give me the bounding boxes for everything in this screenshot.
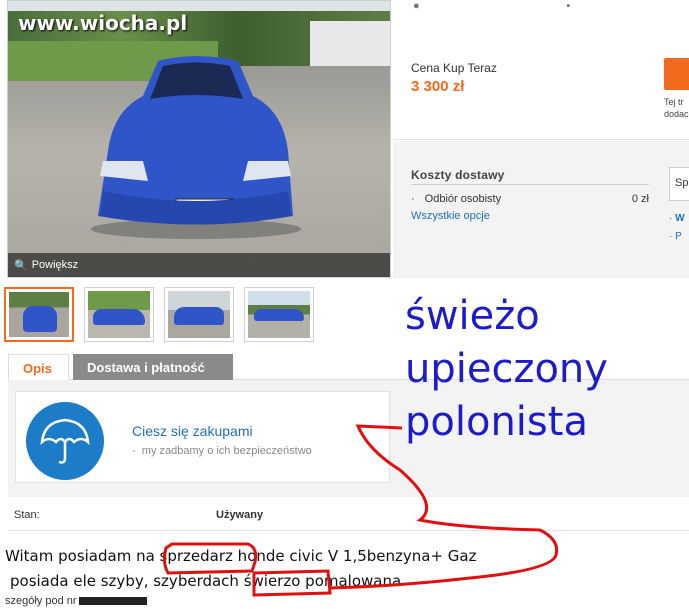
side-link-1[interactable]: W (675, 213, 684, 224)
state-value: Używany (216, 509, 264, 521)
description-line-3-text: szegóły pod nr (5, 595, 77, 607)
annotation-line-1: świeżo (405, 293, 540, 339)
state-label: Stan: (14, 509, 40, 521)
shipping-option-name: Odbiór osobisty (411, 193, 501, 205)
shipping-title: Koszty dostawy (411, 168, 505, 182)
side-link-2[interactable]: P (675, 231, 682, 242)
shipping-option-price: 0 zł (631, 193, 649, 205)
tabs: Opis Dostawa i płatność (8, 354, 233, 380)
tab-shipping-payment[interactable]: Dostawa i płatność (73, 354, 233, 380)
zoom-button[interactable]: 🔍 Powiększ (8, 253, 390, 277)
item-details: Stan: Używany Witam posiadam na sprzedar… (5, 497, 689, 609)
side-button[interactable]: Sp (669, 167, 689, 201)
buy-now-button[interactable] (664, 58, 689, 90)
description-line-1: Witam posiadam na sprzedarz honde civic … (5, 547, 477, 565)
promo-title: Ciesz się zakupami (132, 423, 253, 439)
side-links: · W · P (669, 213, 685, 242)
promo-subtitle-text: my zadbamy o ich bezpieczeństwo (141, 445, 312, 457)
price-value: 3 300 zł (411, 78, 465, 95)
thumbnail-1[interactable] (4, 287, 74, 342)
umbrella-icon (26, 402, 104, 480)
thumbnail-4[interactable] (244, 287, 314, 342)
promo-subtitle: - my zadbamy o ich bezpieczeństwo (132, 445, 312, 457)
price-box: ● ▪ Cena Kup Teraz 3 300 zł Tej tr dodac (393, 0, 689, 140)
description-line-3: szegóły pod nr (5, 595, 147, 607)
thumbnail-3[interactable] (164, 287, 234, 342)
watermark: www.wiocha.pl (18, 11, 188, 35)
annotation-line-2: upieczony (405, 346, 608, 392)
main-product-photo[interactable]: www.wiocha.pl 🔍 Powiększ (7, 0, 391, 278)
annotation-text: świeżo upieczony polonista (405, 290, 608, 449)
zoom-label: Powiększ (31, 259, 79, 271)
magnifier-icon: 🔍 (14, 259, 28, 272)
all-options-link[interactable]: Wszystkie opcje (411, 210, 490, 222)
shipping-box: Koszty dostawy Odbiór osobisty 0 zł Wszy… (393, 141, 689, 278)
price-label: Cena Kup Teraz (411, 61, 497, 75)
offer-panel: ● ▪ Cena Kup Teraz 3 300 zł Tej tr dodac… (393, 0, 689, 278)
thumbnail-strip (4, 287, 314, 342)
tab-description[interactable]: Opis (8, 354, 69, 380)
buy-note-line2: dodac (664, 109, 689, 119)
thumbnail-2[interactable] (84, 287, 154, 342)
car-image (91, 56, 301, 239)
redacted-phone (78, 597, 147, 606)
details-divider (8, 530, 689, 531)
description-line-2: posiada ele szyby, szyberdach świerzo po… (10, 572, 402, 590)
shipping-option-row: Odbiór osobisty 0 zł (411, 193, 649, 205)
annotation-line-3: polonista (405, 399, 588, 445)
buy-note-line1: Tej tr (664, 97, 684, 107)
buy-note: Tej tr dodac (664, 96, 689, 120)
shipping-divider (411, 184, 649, 185)
safety-promo: Ciesz się zakupami - my zadbamy o ich be… (15, 391, 390, 483)
top-icons-strip: ● ▪ (413, 0, 571, 12)
